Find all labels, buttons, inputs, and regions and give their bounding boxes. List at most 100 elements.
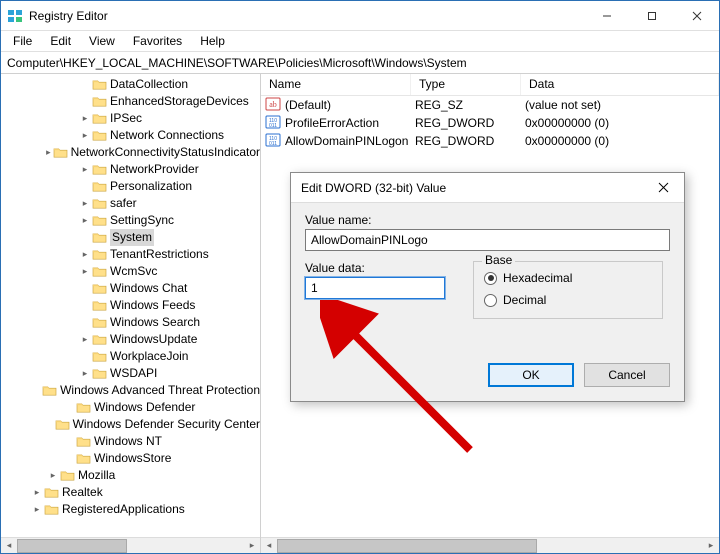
scrollbar-thumb[interactable] xyxy=(17,539,127,553)
tree-item[interactable]: Windows Defender xyxy=(1,399,260,416)
column-name[interactable]: Name xyxy=(261,74,411,95)
menu-view[interactable]: View xyxy=(81,32,123,50)
chevron-right-icon[interactable]: ▸ xyxy=(79,198,91,210)
expander-icon[interactable] xyxy=(63,436,75,448)
menu-file[interactable]: File xyxy=(5,32,40,50)
tree-item[interactable]: ▸NetworkProvider xyxy=(1,161,260,178)
tree-item[interactable]: Windows Chat xyxy=(1,280,260,297)
tree-item[interactable]: DataCollection xyxy=(1,76,260,93)
chevron-right-icon[interactable]: ▸ xyxy=(47,470,59,482)
tree-item[interactable]: ▸TenantRestrictions xyxy=(1,246,260,263)
tree-item[interactable]: Windows NT xyxy=(1,433,260,450)
chevron-right-icon[interactable]: ▸ xyxy=(79,164,91,176)
chevron-right-icon[interactable]: ▸ xyxy=(31,487,43,499)
scrollbar-thumb[interactable] xyxy=(277,539,537,553)
chevron-right-icon[interactable]: ▸ xyxy=(79,334,91,346)
chevron-right-icon[interactable]: ▸ xyxy=(79,249,91,261)
expander-icon[interactable] xyxy=(79,232,91,244)
radio-hexadecimal[interactable] xyxy=(484,272,497,285)
expander-icon[interactable] xyxy=(79,317,91,329)
tree-item[interactable]: WindowsStore xyxy=(1,450,260,467)
tree-item[interactable]: ▸IPSec xyxy=(1,110,260,127)
registry-tree[interactable]: DataCollectionEnhancedStorageDevices▸IPS… xyxy=(1,74,260,537)
menu-edit[interactable]: Edit xyxy=(42,32,79,50)
tree-item[interactable]: Windows Search xyxy=(1,314,260,331)
folder-icon xyxy=(76,435,91,448)
chevron-right-icon[interactable]: ▸ xyxy=(79,215,91,227)
dialog-title-text: Edit DWORD (32-bit) Value xyxy=(301,181,446,195)
close-button[interactable] xyxy=(674,1,719,31)
expander-icon[interactable] xyxy=(79,96,91,108)
tree-item[interactable]: Windows Advanced Threat Protection xyxy=(1,382,260,399)
folder-icon xyxy=(44,486,59,499)
address-text: Computer\HKEY_LOCAL_MACHINE\SOFTWARE\Pol… xyxy=(7,56,467,70)
column-type[interactable]: Type xyxy=(411,74,521,95)
tree-item[interactable]: ▸ WSDAPI xyxy=(1,365,260,382)
expander-icon[interactable] xyxy=(79,181,91,193)
menu-favorites[interactable]: Favorites xyxy=(125,32,190,50)
folder-icon xyxy=(92,129,107,142)
tree-item-label: System xyxy=(110,229,154,246)
ok-button[interactable]: OK xyxy=(488,363,574,387)
expander-icon[interactable] xyxy=(63,453,75,465)
folder-icon xyxy=(92,248,107,261)
value-name: AllowDomainPINLogon xyxy=(285,134,408,148)
chevron-right-icon[interactable]: ▸ xyxy=(79,113,91,125)
tree-item[interactable]: ▸SettingSync xyxy=(1,212,260,229)
svg-text:011: 011 xyxy=(269,123,277,129)
tree-item[interactable]: ▸WindowsUpdate xyxy=(1,331,260,348)
tree-item[interactable]: ▸WcmSvc xyxy=(1,263,260,280)
column-data[interactable]: Data xyxy=(521,74,719,95)
scroll-left-icon[interactable]: ◂ xyxy=(261,538,277,554)
tree-item[interactable]: ▸Mozilla xyxy=(1,467,260,484)
chevron-right-icon[interactable]: ▸ xyxy=(79,368,91,380)
chevron-right-icon[interactable]: ▸ xyxy=(79,130,91,142)
list-hscrollbar[interactable]: ◂ ▸ xyxy=(261,537,719,553)
minimize-button[interactable] xyxy=(584,1,629,31)
expander-icon[interactable] xyxy=(35,385,41,397)
value-data: (value not set) xyxy=(525,96,719,114)
tree-item-label: WindowsStore xyxy=(94,450,171,467)
expander-icon[interactable] xyxy=(63,402,75,414)
tree-item[interactable]: Windows Defender Security Center xyxy=(1,416,260,433)
tree-item[interactable]: ▸Network Connections xyxy=(1,127,260,144)
scroll-right-icon[interactable]: ▸ xyxy=(244,538,260,554)
radio-decimal[interactable] xyxy=(484,294,497,307)
expander-icon[interactable] xyxy=(45,419,53,431)
expander-icon[interactable] xyxy=(79,351,91,363)
tree-item[interactable]: ▸NetworkConnectivityStatusIndicator xyxy=(1,144,260,161)
dialog-close-button[interactable] xyxy=(642,173,684,203)
value-row[interactable]: ab(Default)REG_SZ(value not set) xyxy=(261,96,719,114)
tree-item[interactable]: EnhancedStorageDevices xyxy=(1,93,260,110)
value-data-field[interactable] xyxy=(305,277,445,299)
menu-help[interactable]: Help xyxy=(192,32,233,50)
tree-item[interactable]: ▸safer xyxy=(1,195,260,212)
address-bar[interactable]: Computer\HKEY_LOCAL_MACHINE\SOFTWARE\Pol… xyxy=(1,52,719,74)
value-row[interactable]: 110011AllowDomainPINLogonREG_DWORD0x0000… xyxy=(261,132,719,150)
maximize-button[interactable] xyxy=(629,1,674,31)
expander-icon[interactable] xyxy=(79,300,91,312)
tree-item-label: WSDAPI xyxy=(110,365,157,382)
tree-item[interactable]: ▸Realtek xyxy=(1,484,260,501)
tree-item[interactable]: ▸RegisteredApplications xyxy=(1,501,260,518)
chevron-right-icon[interactable]: ▸ xyxy=(45,147,52,159)
value-name-field[interactable] xyxy=(305,229,670,251)
folder-icon xyxy=(92,316,107,329)
tree-item-label: Personalization xyxy=(110,178,192,195)
window-title: Registry Editor xyxy=(29,9,108,23)
chevron-right-icon[interactable]: ▸ xyxy=(31,504,43,516)
tree-hscrollbar[interactable]: ◂ ▸ xyxy=(1,537,260,553)
tree-item[interactable]: WorkplaceJoin xyxy=(1,348,260,365)
value-row[interactable]: 110011ProfileErrorActionREG_DWORD0x00000… xyxy=(261,114,719,132)
expander-icon[interactable] xyxy=(79,79,91,91)
folder-icon xyxy=(76,401,91,414)
expander-icon[interactable] xyxy=(79,283,91,295)
tree-item[interactable]: Personalization xyxy=(1,178,260,195)
cancel-button[interactable]: Cancel xyxy=(584,363,670,387)
folder-icon xyxy=(92,112,107,125)
scroll-left-icon[interactable]: ◂ xyxy=(1,538,17,554)
chevron-right-icon[interactable]: ▸ xyxy=(79,266,91,278)
tree-item[interactable]: System xyxy=(1,229,260,246)
scroll-right-icon[interactable]: ▸ xyxy=(703,538,719,554)
tree-item[interactable]: Windows Feeds xyxy=(1,297,260,314)
